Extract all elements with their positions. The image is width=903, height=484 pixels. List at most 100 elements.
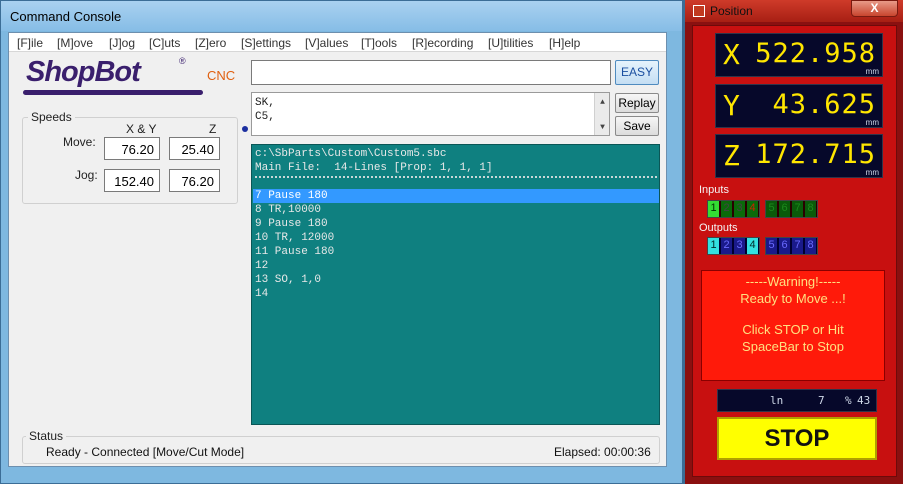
history-line: C5, xyxy=(255,111,275,123)
x-position-value: 522.958 xyxy=(755,38,876,69)
axis-unit: mm xyxy=(865,168,879,177)
program-path: c:\SbParts\Custom\Custom5.sbc xyxy=(255,148,447,160)
menu-file[interactable]: [F]ile xyxy=(17,36,43,50)
input-indicator: 7 xyxy=(792,201,803,217)
output-indicator[interactable]: 6 xyxy=(779,238,790,254)
menu-zero[interactable]: [Z]ero xyxy=(195,36,226,50)
program-line[interactable]: 8 TR,10000 xyxy=(255,203,321,217)
program-line[interactable]: 14 xyxy=(255,287,268,301)
move-z-speed-field[interactable]: 25.40 xyxy=(169,137,220,160)
console-title-bar[interactable]: Command Console xyxy=(1,1,682,31)
warning-panel: -----Warning!----- Ready to Move ...! Cl… xyxy=(701,270,885,381)
position-window: Position X X 522.958 mm Y 43.625 mm Z 17… xyxy=(683,0,903,484)
command-input[interactable] xyxy=(251,60,611,85)
elapsed-time: Elapsed: 00:00:36 xyxy=(554,445,651,459)
menu-tools[interactable]: [T]ools xyxy=(361,36,397,50)
program-line[interactable]: 11 Pause 180 xyxy=(255,245,334,259)
program-line[interactable]: 10 TR, 12000 xyxy=(255,231,334,245)
move-speed-label: Move: xyxy=(63,135,96,149)
position-app-icon xyxy=(693,5,705,17)
menu-help[interactable]: [H]elp xyxy=(549,36,580,50)
scroll-down-icon[interactable]: ▼ xyxy=(595,121,610,135)
command-console-window: Command Console [F]ile [M]ove [J]og [C]u… xyxy=(0,0,683,484)
jog-speed-label: Jog: xyxy=(75,168,98,182)
axis-letter: Z xyxy=(723,139,740,172)
jog-z-speed-field[interactable]: 76.20 xyxy=(169,169,220,192)
logo-swoosh xyxy=(23,90,203,95)
program-listing[interactable]: c:\SbParts\Custom\Custom5.sbc Main File:… xyxy=(251,144,660,425)
warning-line: Click STOP or Hit xyxy=(742,322,844,337)
output-indicator[interactable]: 7 xyxy=(792,238,803,254)
input-indicator: 2 xyxy=(721,201,732,217)
history-scrollbar[interactable]: ▲ ▼ xyxy=(594,93,609,135)
x-axis-display: X 522.958 mm xyxy=(715,33,883,77)
program-info: Main File: 14-Lines [Prop: 1, 1, 1] xyxy=(255,162,493,174)
line-number: 7 xyxy=(818,394,825,407)
position-title: Position xyxy=(710,4,753,18)
shopbot-logo: ShopBot ® CNC xyxy=(21,55,237,95)
move-xy-speed-field[interactable]: 76.20 xyxy=(104,137,160,160)
output-indicator[interactable]: 2 xyxy=(721,238,732,254)
input-indicator: 1 xyxy=(708,201,719,217)
scroll-up-icon[interactable]: ▲ xyxy=(595,96,610,110)
program-separator xyxy=(255,176,657,178)
console-title: Command Console xyxy=(10,9,122,24)
command-history[interactable]: SK, C5, ▲ ▼ xyxy=(251,92,610,136)
status-text: Ready - Connected [Move/Cut Mode] xyxy=(46,445,245,459)
output-indicator[interactable]: 1 xyxy=(708,238,719,254)
status-group-label: Status xyxy=(26,429,67,443)
speeds-group-label: Speeds xyxy=(28,110,75,124)
warning-line: SpaceBar to Stop xyxy=(742,339,844,354)
axis-unit: mm xyxy=(865,118,879,127)
speeds-group: Speeds X & Y Z Move: Jog: 76.20 25.40 15… xyxy=(22,110,238,204)
history-line: SK, xyxy=(255,97,275,109)
input-indicator: 3 xyxy=(734,201,745,217)
output-indicator[interactable]: 5 xyxy=(766,238,777,254)
jog-xy-speed-field[interactable]: 152.40 xyxy=(104,169,160,192)
percent-label: % xyxy=(845,394,852,407)
menu-utilities[interactable]: [U]tilities xyxy=(488,36,533,50)
menu-settings[interactable]: [S]ettings xyxy=(241,36,291,50)
status-group: Status Ready - Connected [Move/Cut Mode]… xyxy=(22,429,660,464)
position-panel: X 522.958 mm Y 43.625 mm Z 172.715 mm In… xyxy=(692,25,897,477)
menu-jog[interactable]: [J]og xyxy=(109,36,135,50)
save-button[interactable]: Save xyxy=(615,116,659,136)
warning-heading: -----Warning!----- xyxy=(745,274,841,289)
console-client-area: [F]ile [M]ove [J]og [C]uts [Z]ero [S]ett… xyxy=(8,32,667,467)
menu-cuts[interactable]: [C]uts xyxy=(149,36,180,50)
menu-bar: [F]ile [M]ove [J]og [C]uts [Z]ero [S]ett… xyxy=(9,33,666,52)
axis-letter: X xyxy=(723,38,740,71)
stop-button[interactable]: STOP xyxy=(717,417,877,460)
output-indicator[interactable]: 8 xyxy=(805,238,816,254)
xy-column-header: X & Y xyxy=(126,122,157,136)
line-label: ln xyxy=(770,394,784,407)
close-icon[interactable]: X xyxy=(851,0,898,17)
input-indicator: 4 xyxy=(747,201,758,217)
program-line[interactable]: 7 Pause 180 xyxy=(255,189,328,203)
position-title-bar[interactable]: Position X xyxy=(685,0,903,22)
output-indicator[interactable]: 3 xyxy=(734,238,745,254)
warning-line: Ready to Move ...! xyxy=(740,291,846,306)
program-line[interactable]: 9 Pause 180 xyxy=(255,217,328,231)
z-position-value: 172.715 xyxy=(755,139,876,170)
axis-letter: Y xyxy=(723,89,740,122)
program-line[interactable]: 12 xyxy=(255,259,268,273)
output-indicator[interactable]: 4 xyxy=(747,238,758,254)
line-progress-display: ln 7 % 43 xyxy=(717,389,877,412)
y-position-value: 43.625 xyxy=(772,89,876,120)
menu-values[interactable]: [V]alues xyxy=(305,36,348,50)
replay-button[interactable]: Replay xyxy=(615,93,659,113)
input-indicator: 5 xyxy=(766,201,777,217)
easy-button[interactable]: EASY xyxy=(615,60,659,85)
program-line[interactable]: 13 SO, 1,0 xyxy=(255,273,321,287)
z-column-header: Z xyxy=(209,122,217,136)
outputs-label: Outputs xyxy=(699,222,738,234)
percent-value: 43 xyxy=(857,394,871,407)
input-indicator: 6 xyxy=(779,201,790,217)
y-axis-display: Y 43.625 mm xyxy=(715,84,883,128)
menu-recording[interactable]: [R]ecording xyxy=(412,36,473,50)
logo-brand: ShopBot xyxy=(26,56,141,88)
menu-move[interactable]: [M]ove xyxy=(57,36,93,50)
logo-cnc: CNC xyxy=(207,68,236,83)
z-axis-display: Z 172.715 mm xyxy=(715,134,883,178)
